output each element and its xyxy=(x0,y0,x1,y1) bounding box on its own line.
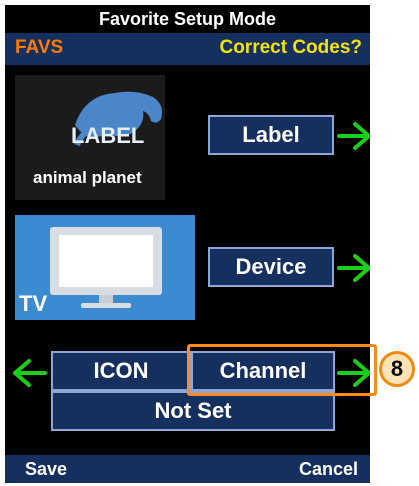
save-button[interactable]: Save xyxy=(25,455,67,483)
label-button[interactable]: Label xyxy=(208,115,334,155)
arrow-left-icon xyxy=(13,359,47,387)
callout-number-badge: 8 xyxy=(379,351,415,387)
arrow-right-icon xyxy=(337,122,370,150)
device-button[interactable]: Device xyxy=(208,247,334,287)
icon-button[interactable]: ICON xyxy=(51,351,191,391)
bottom-bar: Save Cancel xyxy=(5,455,370,483)
logo-overlay-text: LABEL xyxy=(71,123,145,148)
correct-codes-link[interactable]: Correct Codes? xyxy=(219,37,362,59)
favs-label[interactable]: FAVS xyxy=(15,37,63,59)
arrow-right-icon xyxy=(337,254,370,282)
device-tile-text: TV xyxy=(19,291,48,316)
header-bar: FAVS Correct Codes? xyxy=(5,33,370,65)
device-tile[interactable]: TV xyxy=(15,215,195,320)
channel-callout-highlight xyxy=(187,344,377,396)
logo-brand-text: animal planet xyxy=(33,168,142,187)
cancel-button[interactable]: Cancel xyxy=(299,455,358,483)
remote-screen: Favorite Setup Mode FAVS Correct Codes? … xyxy=(5,5,370,483)
screen-title: Favorite Setup Mode xyxy=(5,5,370,33)
label-logo-tile[interactable]: LABEL animal planet xyxy=(15,75,165,200)
channel-value-field[interactable]: Not Set xyxy=(51,391,335,431)
